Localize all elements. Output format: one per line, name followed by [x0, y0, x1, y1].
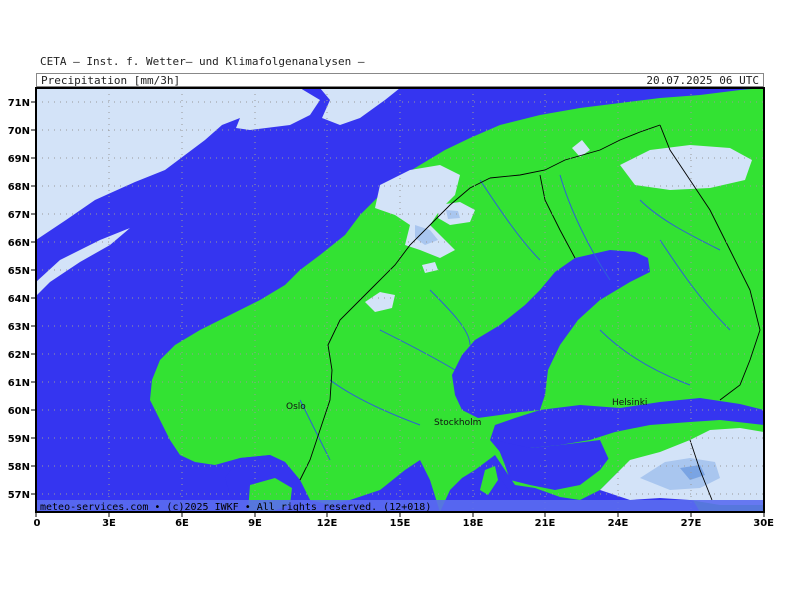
lat-label-68n: 68N — [8, 182, 30, 193]
lat-label-70n: 70N — [8, 126, 30, 137]
precip-area-lapland-core — [446, 210, 460, 219]
lat-label-67n: 67N — [8, 210, 30, 221]
lat-label-61n: 61N — [8, 378, 30, 389]
lon-label-9e: 9E — [248, 518, 262, 529]
map-frame-content: Oslo Stockholm Helsinki meteo-services.c… — [36, 88, 764, 512]
precipitation-map: Oslo Stockholm Helsinki meteo-services.c… — [8, 87, 774, 529]
lat-label-65n: 65N — [8, 266, 30, 277]
lon-label-3e: 3E — [102, 518, 116, 529]
lon-label-30e: 30E — [753, 518, 774, 529]
lon-label-12e: 12E — [317, 518, 338, 529]
lat-label-69n: 69N — [8, 154, 30, 165]
lon-label-27e: 27E — [681, 518, 702, 529]
lat-label-60n: 60N — [8, 406, 30, 417]
lat-label-58n: 58N — [8, 462, 30, 473]
lon-label-18e: 18E — [463, 518, 484, 529]
lat-label-59n: 59N — [8, 434, 30, 445]
lon-label-6e: 6E — [175, 518, 189, 529]
lon-label-0: 0 — [34, 518, 41, 529]
lat-label-66n: 66N — [8, 238, 30, 249]
lat-label-64n: 64N — [8, 294, 30, 305]
city-label-oslo: Oslo — [286, 402, 306, 412]
lat-label-62n: 62N — [8, 350, 30, 361]
lat-label-63n: 63N — [8, 322, 30, 333]
longitude-axis: 0 3E 6E 9E 12E 15E 18E 21E 24E 27E 30E — [34, 512, 774, 529]
city-label-helsinki: Helsinki — [612, 398, 647, 408]
lon-label-21e: 21E — [535, 518, 556, 529]
lon-label-24e: 24E — [608, 518, 629, 529]
lat-label-57n: 57N — [8, 490, 30, 501]
lat-label-71n: 71N — [8, 98, 30, 109]
latitude-axis: 71N 70N 69N 68N 67N 66N 65N 64N 63N 62N … — [8, 98, 36, 501]
lon-label-15e: 15E — [390, 518, 411, 529]
city-label-stockholm: Stockholm — [434, 418, 481, 428]
